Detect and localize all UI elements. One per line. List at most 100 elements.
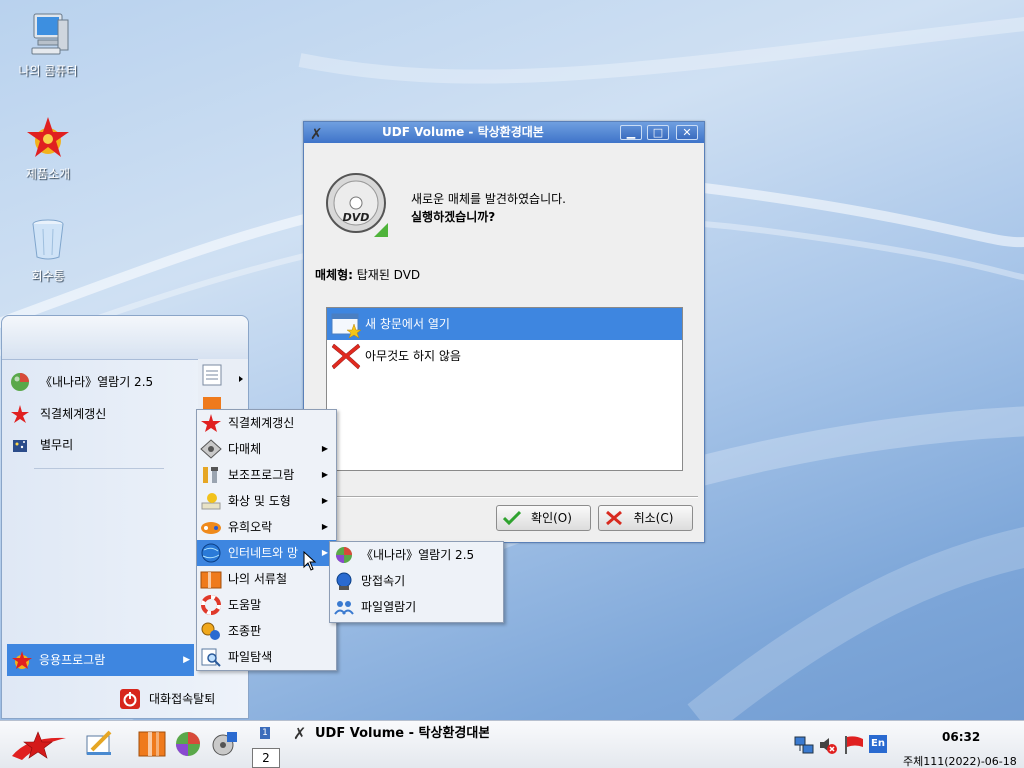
clock[interactable]: 06:32 — [942, 730, 980, 744]
workspace-2[interactable]: 2 — [252, 748, 280, 768]
submenu-item-multimedia[interactable]: 다매체 ▶ — [197, 436, 336, 462]
desktop-icon-computer[interactable]: 나의 콤퓨터 — [13, 10, 83, 79]
cancel-icon — [605, 510, 623, 526]
workspace-1[interactable]: 1 — [260, 727, 270, 739]
magnifier-icon — [200, 647, 222, 667]
red-star-icon — [10, 404, 30, 424]
red-flag-icon[interactable] — [843, 735, 863, 755]
dialog-question: 실행하겠습니까? — [411, 210, 496, 224]
network-globe-icon — [333, 571, 355, 591]
action-open-new-window[interactable]: 새 창문에서 열기 — [327, 308, 682, 340]
start-item-label: 응용프로그람 — [39, 653, 106, 667]
taskbar-window-button[interactable]: ✗ UDF Volume - 탁상환경대본 — [293, 724, 489, 744]
dialog-titlebar[interactable]: ✗ UDF Volume - 탁상환경대본 ▁ □ ✕ — [304, 122, 704, 143]
maximize-button[interactable]: □ — [647, 125, 669, 140]
red-x-icon — [331, 342, 361, 370]
submenu-label: 화상 및 도형 — [228, 494, 291, 508]
input-language-indicator[interactable]: En — [869, 735, 889, 755]
dialog-title: UDF Volume - 탁상환경대본 — [382, 125, 544, 139]
help-lifebuoy-icon — [200, 595, 222, 615]
ok-button[interactable]: 확인(O) — [496, 505, 591, 531]
desktop-icon-label: 제품소개 — [25, 167, 71, 181]
dvd-label: DVD — [343, 211, 370, 224]
submenu-item-games[interactable]: 유희오락 ▶ — [197, 514, 336, 540]
internet-item-browser[interactable]: 《내나라》열람기 2.5 — [330, 542, 503, 568]
submenu-label: 직결체계갱신 — [228, 416, 295, 430]
desktop-icon-trash[interactable]: 회수통 — [13, 215, 83, 284]
media-type: 매체형: 탑재된 DVD — [315, 266, 420, 283]
start-item-update[interactable]: 직결체계갱신 — [8, 401, 106, 427]
submenu-label: 망접속기 — [361, 574, 406, 588]
x-logo-icon: ✗ — [293, 724, 307, 743]
chevron-right-icon: ▶ — [321, 444, 328, 453]
start-item-applications[interactable]: 응용프로그람 ▶ — [7, 644, 194, 676]
submenu-label: 조종판 — [228, 624, 262, 638]
submenu-label: 도움말 — [228, 598, 262, 612]
media-type-value: 탑재된 DVD — [352, 268, 421, 282]
media-player-icon[interactable] — [211, 730, 241, 760]
desktop-icon-label: 나의 콤퓨터 — [18, 64, 78, 78]
logout-button[interactable]: 대화접속탈퇴 — [119, 688, 215, 710]
submenu-item-control-panel[interactable]: 조종판 — [197, 618, 336, 644]
internet-submenu: 《내나라》열람기 2.5 망접속기 파일열람기 — [329, 541, 504, 623]
globe-icon — [10, 372, 30, 392]
red-star-icon — [200, 413, 222, 433]
submenu-label: 인터네트와 망 — [228, 546, 299, 560]
close-button[interactable]: ✕ — [676, 125, 698, 140]
dialog-message: 새로운 매체를 발견하였습니다. — [411, 192, 566, 206]
start-menu-right-column — [198, 359, 248, 411]
action-list[interactable]: 새 창문에서 열기 아무것도 하지 않음 — [326, 307, 683, 471]
submenu-item-help[interactable]: 도움말 — [197, 592, 336, 618]
start-button[interactable] — [8, 726, 68, 764]
tools-icon — [200, 465, 222, 485]
date: 주체111(2022)-06-18 — [903, 755, 1017, 768]
documents-folder-icon[interactable] — [137, 728, 167, 758]
chevron-right-icon: ▶ — [321, 548, 328, 557]
start-item-stars[interactable]: 별무리 — [8, 432, 73, 458]
submenu-item-file-search[interactable]: 파일탐색 — [197, 644, 336, 670]
minimize-button[interactable]: ▁ — [620, 125, 642, 140]
desktop-icon-product-intro[interactable]: 제품소개 — [13, 113, 83, 182]
submenu-item-graphics[interactable]: 화상 및 도형 ▶ — [197, 488, 336, 514]
start-item-browser[interactable]: 《내나라》열람기 2.5 — [8, 369, 153, 395]
dialog-separator — [312, 496, 698, 498]
network-tray-icon[interactable] — [794, 735, 814, 755]
graphics-icon — [200, 491, 222, 511]
x-logo-icon: ✗ — [310, 125, 323, 143]
cancel-button[interactable]: 취소(C) — [598, 505, 693, 531]
workspace-pager[interactable]: 1 2 — [252, 724, 280, 768]
start-item-label: 《내나라》열람기 2.5 — [40, 375, 154, 389]
action-do-nothing[interactable]: 아무것도 하지 않음 — [327, 340, 682, 372]
red-star-icon — [11, 650, 33, 670]
text-editor-icon[interactable] — [84, 728, 114, 758]
checkmark-icon — [502, 510, 522, 526]
mouse-cursor-icon — [303, 550, 317, 571]
start-item-label: 별무리 — [40, 438, 74, 452]
submenu-item-accessories[interactable]: 보조프로그람 ▶ — [197, 462, 336, 488]
dvd-icon: DVD — [326, 173, 390, 239]
submenu-label: 나의 서류철 — [228, 572, 288, 586]
browser-globe-icon[interactable] — [174, 730, 204, 760]
start-item-label: 직결체계갱신 — [40, 407, 107, 421]
language-label: En — [869, 735, 887, 753]
star-cluster-icon — [10, 435, 30, 455]
multimedia-icon — [200, 439, 222, 459]
submenu-item-update[interactable]: 직결체계갱신 — [197, 410, 336, 436]
internet-item-file-viewer[interactable]: 파일열람기 — [330, 594, 503, 620]
internet-item-network-connect[interactable]: 망접속기 — [330, 568, 503, 594]
chevron-right-icon: ▶ — [183, 655, 190, 665]
ok-label: 확인(O) — [531, 511, 572, 525]
desktop-icon-label: 회수통 — [31, 269, 65, 283]
control-panel-icon — [200, 621, 222, 641]
network-people-icon — [333, 597, 355, 617]
folder-icon — [200, 569, 222, 589]
media-type-label: 매체형: — [315, 268, 353, 282]
submenu-label: 《내나라》열람기 2.5 — [361, 548, 475, 562]
globe-icon — [333, 545, 355, 565]
autorun-dialog: ✗ UDF Volume - 탁상환경대본 ▁ □ ✕ DVD 새로운 매체를 … — [303, 121, 705, 543]
logout-label: 대화접속탈퇴 — [149, 692, 216, 706]
cancel-label: 취소(C) — [633, 511, 674, 525]
volume-muted-icon[interactable] — [818, 735, 838, 755]
action-label: 새 창문에서 열기 — [365, 317, 450, 331]
start-menu-divider — [34, 468, 164, 469]
